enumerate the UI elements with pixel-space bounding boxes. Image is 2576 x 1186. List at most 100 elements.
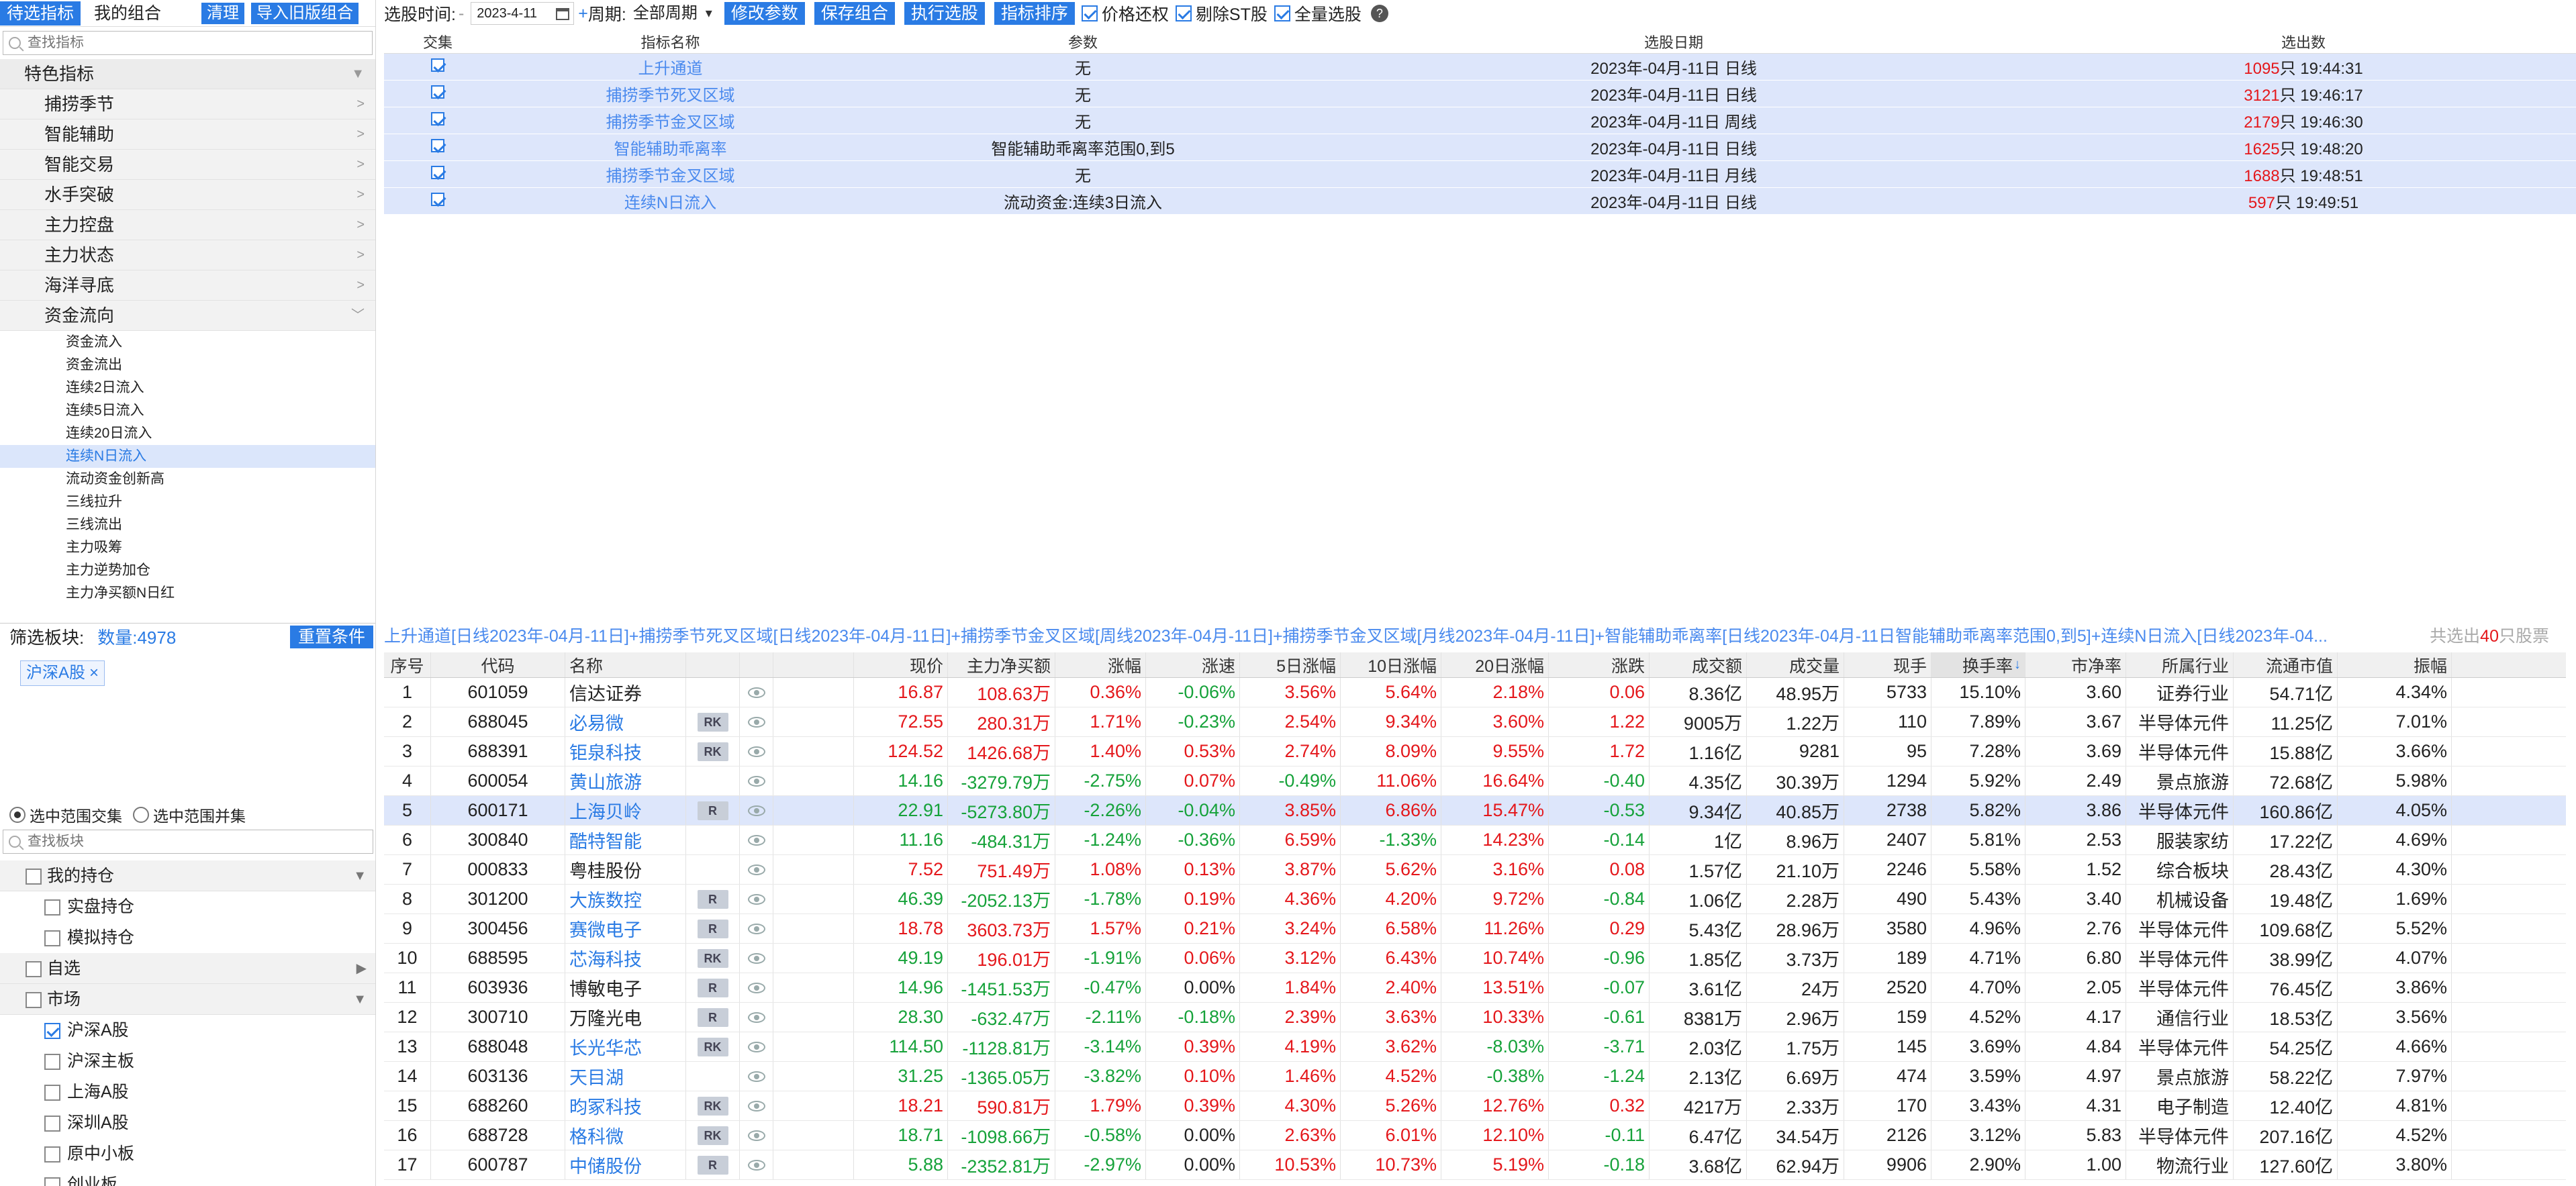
cell-name[interactable]: 格科微 (565, 1121, 686, 1150)
tree-category[interactable]: 智能辅助 > (0, 119, 375, 150)
tree-item-sz-a[interactable]: 深圳A股 (0, 1107, 375, 1138)
cell-name[interactable]: 上海贝岭 (565, 796, 686, 825)
stock-row[interactable]: 17 600787 中储股份 R 5.88 -2352.81万 -2.97% 0.00% 10.… (384, 1150, 2566, 1180)
stock-row[interactable]: 9 300456 赛微电子 R 18.78 3603.73万 1.57% 0.21% 3.24%… (384, 914, 2566, 944)
checkbox[interactable] (44, 1116, 60, 1132)
checkbox-checked[interactable] (431, 138, 444, 152)
checkbox[interactable] (44, 1146, 60, 1163)
col-header-amt[interactable]: 成交额 (1650, 652, 1747, 677)
tree-category[interactable]: 智能交易 > (0, 150, 375, 180)
col-header-price[interactable]: 现价 (854, 652, 948, 677)
eye-icon[interactable] (747, 864, 765, 875)
help-icon[interactable]: ? (1370, 5, 1388, 22)
tree-group-my-holdings[interactable]: 我的持仓 ▼ (0, 860, 375, 891)
stock-row[interactable]: 1 601059 信达证券 16.87 108.63万 0.36% -0.06% 3.56% 5… (384, 678, 2566, 707)
tree-category[interactable]: 主力控盘 > (0, 210, 375, 240)
indicator-row[interactable]: 连续N日流入 流动资金:连续3日流入 2023年-04月-11日 日线 597只 19… (384, 188, 2576, 215)
checkbox[interactable] (26, 992, 42, 1008)
tree-leaf[interactable]: 连续20日流入 (0, 422, 375, 445)
cell-name[interactable]: 中储股份 (565, 1150, 686, 1179)
eye-icon[interactable] (747, 805, 765, 816)
tree-leaf[interactable]: 三线流出 (0, 513, 375, 536)
col-header-eye[interactable] (740, 652, 773, 677)
stock-row[interactable]: 7 000833 粤桂股份 7.52 751.49万 1.08% 0.13% 3.87% 5.6… (384, 855, 2566, 885)
tree-group-featured[interactable]: 特色指标 ▼ (0, 59, 375, 89)
tree-leaf[interactable]: 资金流出 (0, 354, 375, 377)
cell-name[interactable]: 必易微 (565, 707, 686, 736)
tree-leaf[interactable]: 连续2日流入 (0, 377, 375, 399)
indicator-name[interactable]: 捕捞季节金叉区域 (491, 109, 849, 132)
board-search-input[interactable] (28, 834, 355, 850)
eye-icon[interactable] (747, 893, 765, 905)
tree-item-main-board[interactable]: 沪深主板 (0, 1046, 375, 1077)
tree-category[interactable]: 捕捞季节 > (0, 89, 375, 119)
col-header-zd[interactable]: 涨跌 (1549, 652, 1650, 677)
stock-row[interactable]: 5 600171 上海贝岭 R 22.91 -5273.80万 -2.26% -0.04% 3.… (384, 796, 2566, 826)
tree-group-market[interactable]: 市场 ▼ (0, 984, 375, 1015)
indicator-row[interactable]: 捕捞季节死叉区域 无 2023年-04月-11日 日线 3121只 19:46:17 (384, 81, 2576, 107)
col-header-code[interactable]: 代码 (431, 652, 565, 677)
cell-name[interactable]: 芯海科技 (565, 944, 686, 973)
board-search-box[interactable] (3, 830, 373, 854)
checkbox[interactable] (44, 899, 60, 916)
col-header-d5[interactable]: 5日涨幅 (1240, 652, 1341, 677)
tree-item-real-holdings[interactable]: 实盘持仓 (0, 891, 375, 922)
tree-item-sme-board[interactable]: 原中小板 (0, 1138, 375, 1169)
eye-icon[interactable] (747, 775, 765, 787)
date-picker[interactable]: 2023-4-11 (471, 2, 575, 25)
checkbox-checked[interactable] (431, 192, 444, 206)
indicator-row[interactable]: 上升通道 无 2023年-04月-11日 日线 1095只 19:44:31 (384, 54, 2576, 81)
execute-selection-button[interactable]: 执行选股 (904, 2, 985, 25)
eye-icon[interactable] (747, 952, 765, 964)
tree-leaf[interactable]: 连续N日流入 (0, 445, 375, 468)
checkbox[interactable] (26, 869, 42, 885)
checkbox-checked[interactable] (1175, 5, 1192, 21)
col-header-chg[interactable]: 涨幅 (1055, 652, 1146, 677)
col-header-d20[interactable]: 20日涨幅 (1441, 652, 1549, 677)
indicator-name[interactable]: 捕捞季节死叉区域 (491, 82, 849, 105)
indicator-search-input[interactable] (28, 35, 354, 51)
col-count[interactable]: 选出数 (2031, 31, 2576, 52)
checkbox-checked[interactable] (431, 165, 444, 179)
cell-name[interactable]: 钜泉科技 (565, 737, 686, 766)
stock-row[interactable]: 13 688048 长光华芯 RK 114.50 -1128.81万 -3.14% 0.39%… (384, 1032, 2566, 1062)
indicator-row[interactable]: 捕捞季节金叉区域 无 2023年-04月-11日 周线 2179只 19:46:30 (384, 107, 2576, 134)
checkbox[interactable] (44, 1054, 60, 1070)
eye-icon[interactable] (747, 1071, 765, 1082)
clear-button[interactable]: 清理 (201, 2, 245, 24)
checkbox-checked[interactable] (1274, 5, 1290, 21)
save-combo-button[interactable]: 保存组合 (814, 2, 895, 25)
col-select-date[interactable]: 选股日期 (1317, 31, 2031, 52)
tree-item-sh-sz-a[interactable]: 沪深A股 (0, 1015, 375, 1046)
col-header-d10[interactable]: 10日涨幅 (1341, 652, 1441, 677)
tree-category[interactable]: 资金流向 ﹀ (0, 301, 375, 331)
stock-row[interactable]: 11 603936 博敏电子 R 14.96 -1451.53万 -0.47% 0.00% 1.… (384, 973, 2566, 1003)
stock-row[interactable]: 12 300710 万隆光电 R 28.30 -632.47万 -2.11% -0.18% 2.… (384, 1003, 2566, 1032)
cell-name[interactable]: 昀冢科技 (565, 1091, 686, 1120)
tree-item-sim-holdings[interactable]: 模拟持仓 (0, 922, 375, 953)
col-header-amp[interactable]: 振幅 (2338, 652, 2452, 677)
checkbox[interactable] (44, 1085, 60, 1101)
tree-item-sh-a[interactable]: 上海A股 (0, 1077, 375, 1107)
eye-icon[interactable] (747, 687, 765, 698)
eye-icon[interactable] (747, 716, 765, 728)
eye-icon[interactable] (747, 1011, 765, 1023)
tree-leaf[interactable]: 资金流入 (0, 331, 375, 354)
reset-conditions-button[interactable]: 重置条件 (289, 625, 373, 648)
col-header-blank[interactable] (773, 652, 854, 677)
tree-category[interactable]: 水手突破 > (0, 180, 375, 210)
checkbox-checked[interactable] (431, 111, 444, 126)
col-header-pb[interactable]: 市净率 (2025, 652, 2126, 677)
cell-name[interactable]: 大族数控 (565, 885, 686, 913)
col-header-hand[interactable]: 现手 (1844, 652, 1931, 677)
plus-icon[interactable]: + (578, 4, 588, 23)
tree-group-watchlist[interactable]: 自选 ▶ (0, 953, 375, 984)
indicator-row[interactable]: 捕捞季节金叉区域 无 2023年-04月-11日 月线 1688只 19:48:51 (384, 161, 2576, 188)
exclude-st-check[interactable]: 剔除ST股 (1175, 1, 1268, 26)
eye-icon[interactable] (747, 923, 765, 934)
stock-row[interactable]: 15 688260 昀冢科技 RK 18.21 590.81万 1.79% 0.39% 4.30… (384, 1091, 2566, 1121)
checkbox[interactable] (44, 1177, 60, 1186)
checkbox[interactable] (26, 961, 42, 977)
tree-item-chinext[interactable]: 创业板 (0, 1169, 375, 1186)
col-header-main[interactable]: 主力净买额 (948, 652, 1055, 677)
